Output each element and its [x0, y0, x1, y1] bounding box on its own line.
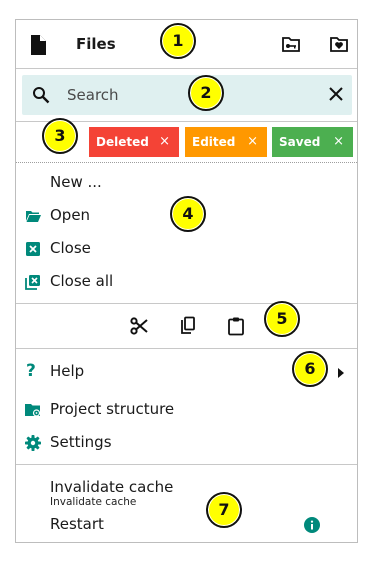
header-title: Files — [76, 35, 116, 53]
chip-deleted[interactable]: Deleted × — [89, 127, 179, 157]
annotation-badge-4: 4 — [170, 196, 206, 232]
files-menu-panel: Files Search Deleted × Edited × Saved × … — [15, 19, 358, 543]
close-all-icon — [25, 275, 40, 290]
divider — [16, 464, 357, 465]
menu-item-caption: Invalidate cache — [50, 496, 137, 508]
menu-item-label: Help — [50, 362, 85, 380]
chip-label: Deleted — [96, 135, 149, 149]
menu-item-settings[interactable]: Settings — [16, 428, 357, 458]
annotation-badge-3: 3 — [42, 118, 78, 154]
chip-label: Edited — [192, 135, 236, 149]
menu-item-close-all[interactable]: Close all — [16, 267, 357, 297]
chip-edited[interactable]: Edited × — [185, 127, 267, 157]
menu-item-invalidate-cache[interactable]: Invalidate cache Invalidate cache — [16, 475, 357, 509]
menu-item-label: New ... — [50, 173, 102, 191]
menu-item-label: Close all — [50, 272, 114, 290]
menu-item-label: Restart — [50, 515, 104, 533]
menu-item-label: Settings — [50, 433, 112, 451]
annotation-badge-2: 2 — [188, 75, 224, 111]
chevron-right-icon — [338, 368, 344, 378]
copy-icon[interactable] — [178, 316, 198, 336]
search-icon — [33, 87, 50, 104]
close-icon[interactable] — [328, 86, 344, 102]
folder-open-icon — [26, 211, 41, 222]
divider — [16, 68, 357, 69]
annotation-badge-5: 5 — [264, 301, 300, 337]
annotation-badge-7: 7 — [206, 492, 242, 528]
menu-item-new[interactable]: New ... — [16, 168, 357, 198]
search-input[interactable]: Search — [67, 86, 119, 104]
folder-key-icon[interactable] — [282, 36, 300, 52]
help-icon: ? — [26, 361, 36, 381]
menu-item-project-structure[interactable]: Project structure — [16, 395, 357, 425]
annotation-badge-1: 1 — [160, 23, 196, 59]
menu-item-label: Close — [50, 239, 91, 257]
chip-close-icon[interactable]: × — [247, 127, 258, 157]
menu-item-label: Project structure — [50, 400, 175, 418]
menu-item-label: Invalidate cache — [50, 478, 174, 496]
file-icon — [31, 35, 46, 55]
chip-close-icon[interactable]: × — [333, 127, 344, 157]
chip-saved[interactable]: Saved × — [272, 127, 353, 157]
chip-label: Saved — [279, 135, 321, 149]
info-icon[interactable] — [304, 517, 320, 533]
divider — [16, 348, 357, 349]
gear-icon — [25, 435, 41, 451]
paste-icon[interactable] — [226, 316, 246, 336]
folder-heart-icon[interactable] — [330, 36, 348, 52]
search-bar[interactable]: Search — [22, 75, 352, 115]
menu-item-label: Open — [50, 206, 91, 224]
annotation-badge-6: 6 — [292, 351, 328, 387]
divider — [16, 303, 357, 304]
close-box-icon — [26, 242, 40, 256]
divider — [16, 162, 357, 163]
menu-item-close[interactable]: Close — [16, 234, 357, 264]
folder-settings-icon — [25, 404, 41, 417]
cut-icon[interactable] — [129, 316, 149, 336]
chip-close-icon[interactable]: × — [159, 127, 170, 157]
menu-item-restart[interactable]: Restart — [16, 511, 357, 541]
